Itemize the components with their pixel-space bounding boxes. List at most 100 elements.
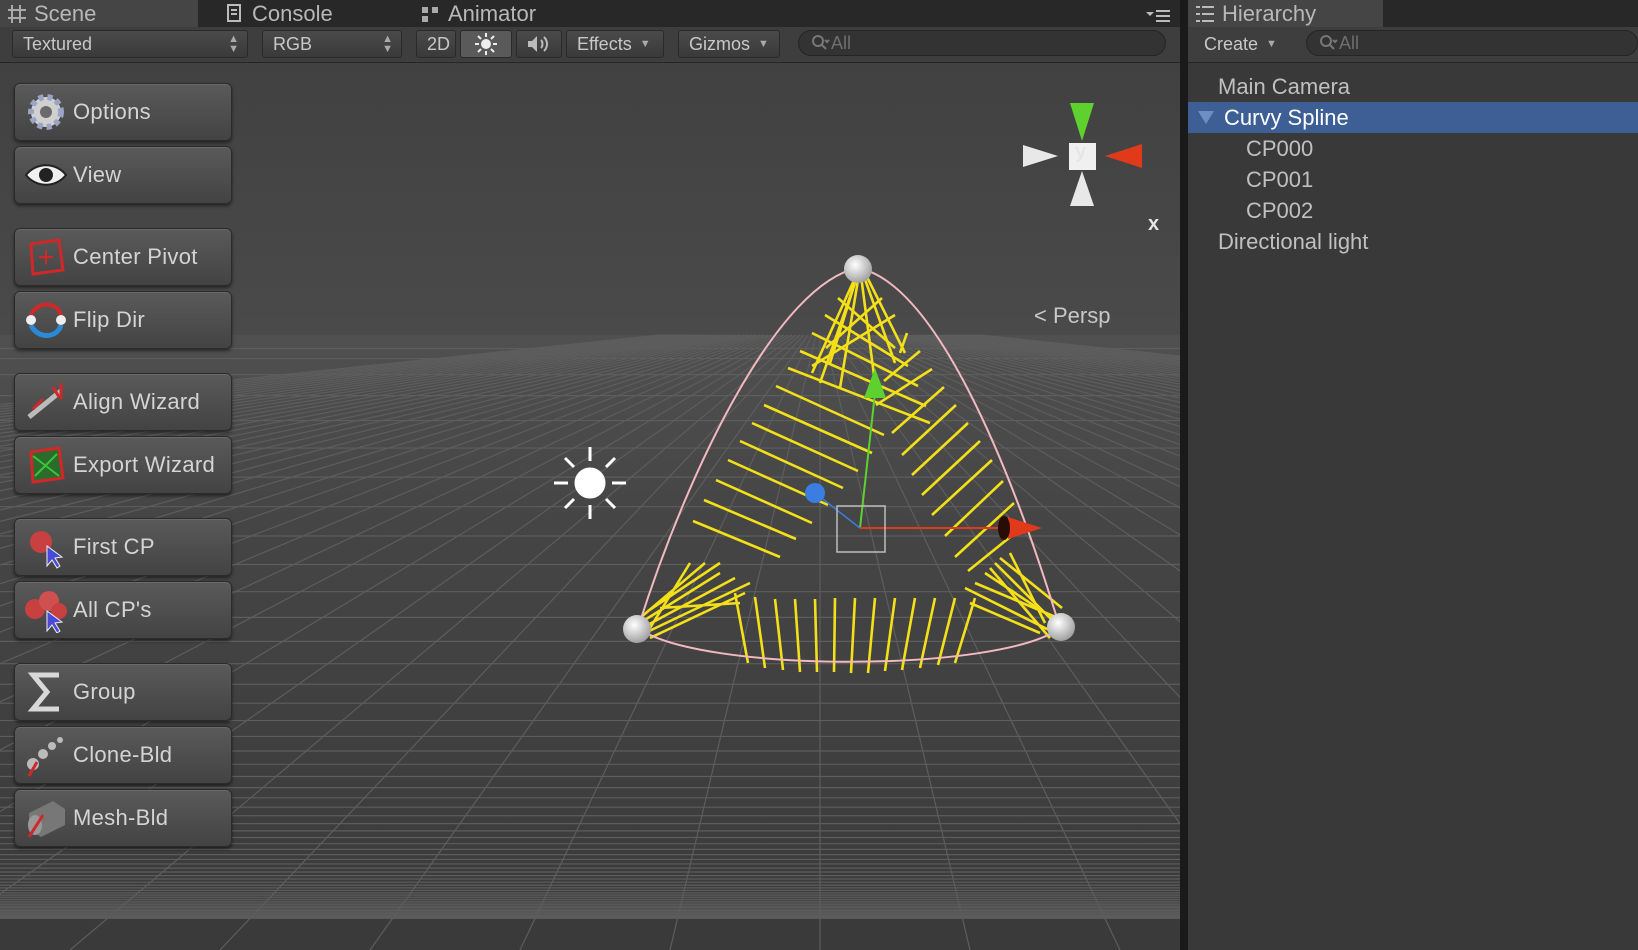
- sigma-icon: [27, 672, 59, 712]
- all-cps-button[interactable]: All CP's: [14, 581, 232, 639]
- clone-bld-button[interactable]: Clone-Bld: [14, 726, 232, 784]
- all-cps-label: All CP's: [73, 597, 152, 622]
- caret-down-icon: ▼: [639, 38, 651, 50]
- tab-hierarchy-label: Hierarchy: [1222, 0, 1317, 26]
- options-button[interactable]: Options: [14, 83, 232, 141]
- x-axis-cone-base: [998, 516, 1010, 540]
- center-pivot-label: Center Pivot: [73, 244, 198, 269]
- group-button[interactable]: Group: [14, 663, 232, 721]
- view-label: View: [73, 162, 122, 187]
- control-point-cp000[interactable]: [844, 255, 872, 283]
- tab-console[interactable]: Console: [218, 0, 388, 27]
- speaker-icon: [528, 36, 548, 52]
- tab-hierarchy[interactable]: Hierarchy: [1188, 0, 1383, 27]
- scene-lighting-toggle[interactable]: [460, 30, 512, 58]
- updown-arrows-icon: ▲ ▼: [228, 33, 239, 55]
- scene-viewport[interactable]: Options View Center Pivot Flip Dir Align…: [0, 63, 1180, 950]
- hierarchy-item-directional-light[interactable]: Directional light: [1188, 226, 1638, 257]
- effects-label: Effects: [577, 33, 632, 54]
- align-wizard-icon: [27, 383, 63, 419]
- hierarchy-item-label: Directional light: [1218, 228, 1369, 254]
- flip-dir-button[interactable]: Flip Dir: [14, 291, 232, 349]
- center-pivot-icon: [29, 238, 65, 276]
- scene-search-placeholder: All: [831, 32, 852, 53]
- group-label: Group: [73, 679, 136, 704]
- gear-icon: [28, 94, 64, 130]
- export-wizard-label: Export Wizard: [73, 452, 216, 477]
- search-icon: [812, 35, 830, 50]
- hierarchy-search-placeholder: All: [1339, 32, 1360, 53]
- export-wizard-button[interactable]: Export Wizard: [14, 436, 232, 494]
- sun-icon: [475, 33, 497, 55]
- scene-tab-strip: Scene Console Animator: [0, 0, 1180, 27]
- gizmo-x-label: x: [1148, 213, 1160, 235]
- projection-label: Persp: [1052, 303, 1111, 328]
- flip-direction-icon: [26, 302, 66, 338]
- panel-divider[interactable]: [1180, 0, 1188, 950]
- gizmos-dropdown[interactable]: Gizmos ▼: [678, 30, 780, 58]
- hierarchy-item-cp002[interactable]: CP002: [1188, 195, 1638, 226]
- hierarchy-list: Main Camera Curvy Spline CP000 CP001 CP0…: [1188, 63, 1638, 950]
- grid-icon: [8, 4, 26, 23]
- scene-toolbar: Textured ▲ ▼ RGB ▲ ▼ 2D Effects ▼ Gizmos ▼: [0, 27, 1180, 63]
- animator-icon: [422, 6, 438, 22]
- search-icon: [1320, 35, 1338, 50]
- hierarchy-item-label: CP001: [1246, 166, 1314, 192]
- mesh-bld-label: Mesh-Bld: [73, 805, 169, 830]
- center-pivot-button[interactable]: Center Pivot: [14, 228, 232, 286]
- projection-toggle[interactable]: < Persp: [1034, 303, 1110, 329]
- caret-down-icon: ▼: [1266, 38, 1277, 50]
- tab-scene[interactable]: Scene: [0, 0, 198, 27]
- hierarchy-item-label: Main Camera: [1218, 73, 1351, 99]
- gizmos-label: Gizmos: [689, 33, 751, 54]
- hierarchy-item-curvy-spline[interactable]: Curvy Spline: [1188, 102, 1638, 133]
- console-icon: [227, 3, 241, 22]
- first-cp-button[interactable]: First CP: [14, 518, 232, 576]
- scene-audio-toggle[interactable]: [516, 30, 562, 58]
- clone-builder-icon: [27, 737, 63, 777]
- render-mode-dropdown[interactable]: RGB ▲ ▼: [262, 30, 402, 58]
- updown-arrows-icon: ▲ ▼: [382, 33, 393, 55]
- first-cp-icon: [30, 531, 64, 569]
- align-wizard-button[interactable]: Align Wizard: [14, 373, 232, 431]
- tab-animator-label: Animator: [448, 0, 537, 26]
- hierarchy-item-label: Curvy Spline: [1224, 104, 1349, 130]
- export-wizard-icon: [29, 446, 65, 484]
- hierarchy-item-cp000[interactable]: CP000: [1188, 133, 1638, 164]
- tab-scene-label: Scene: [34, 0, 97, 26]
- options-label: Options: [73, 99, 151, 124]
- create-dropdown[interactable]: Create ▼: [1196, 30, 1278, 58]
- first-cp-label: First CP: [73, 534, 155, 559]
- caret-down-icon: ▼: [758, 38, 769, 50]
- render-mode-label: RGB: [273, 33, 313, 54]
- 2d-toggle-button[interactable]: 2D: [416, 30, 456, 58]
- create-label: Create: [1204, 33, 1259, 54]
- view-button[interactable]: View: [14, 146, 232, 204]
- panel-menu-icon[interactable]: [1144, 8, 1170, 24]
- chevron-left-icon: <: [1034, 303, 1047, 328]
- scene-search-input[interactable]: All: [798, 30, 1166, 56]
- tab-console-label: Console: [252, 0, 333, 26]
- effects-dropdown[interactable]: Effects ▼: [566, 30, 664, 58]
- shading-mode-dropdown[interactable]: Textured ▲ ▼: [12, 30, 248, 58]
- align-wizard-label: Align Wizard: [73, 389, 201, 414]
- z-axis-handle[interactable]: [805, 483, 825, 503]
- eye-icon: [24, 164, 68, 186]
- gizmo-y-label: y: [1075, 141, 1087, 163]
- control-point-cp002[interactable]: [1047, 613, 1075, 641]
- hierarchy-search-input[interactable]: All: [1306, 30, 1638, 56]
- hierarchy-item-label: CP002: [1246, 197, 1314, 223]
- clone-bld-label: Clone-Bld: [73, 742, 173, 767]
- tab-animator[interactable]: Animator: [414, 0, 584, 27]
- hierarchy-toolbar: Create ▼ All: [1188, 27, 1638, 63]
- all-cps-icon: [25, 591, 67, 633]
- hierarchy-item-label: CP000: [1246, 135, 1314, 161]
- hierarchy-item-cp001[interactable]: CP001: [1188, 164, 1638, 195]
- hierarchy-item-main-camera[interactable]: Main Camera: [1188, 71, 1638, 102]
- shading-mode-label: Textured: [23, 33, 93, 54]
- control-point-cp001[interactable]: [623, 615, 651, 643]
- mesh-bld-button[interactable]: Mesh-Bld: [14, 789, 232, 847]
- foldout-expanded-icon[interactable]: [1198, 111, 1214, 124]
- 2d-toggle-label: 2D: [427, 33, 451, 54]
- mesh-builder-icon: [27, 801, 65, 838]
